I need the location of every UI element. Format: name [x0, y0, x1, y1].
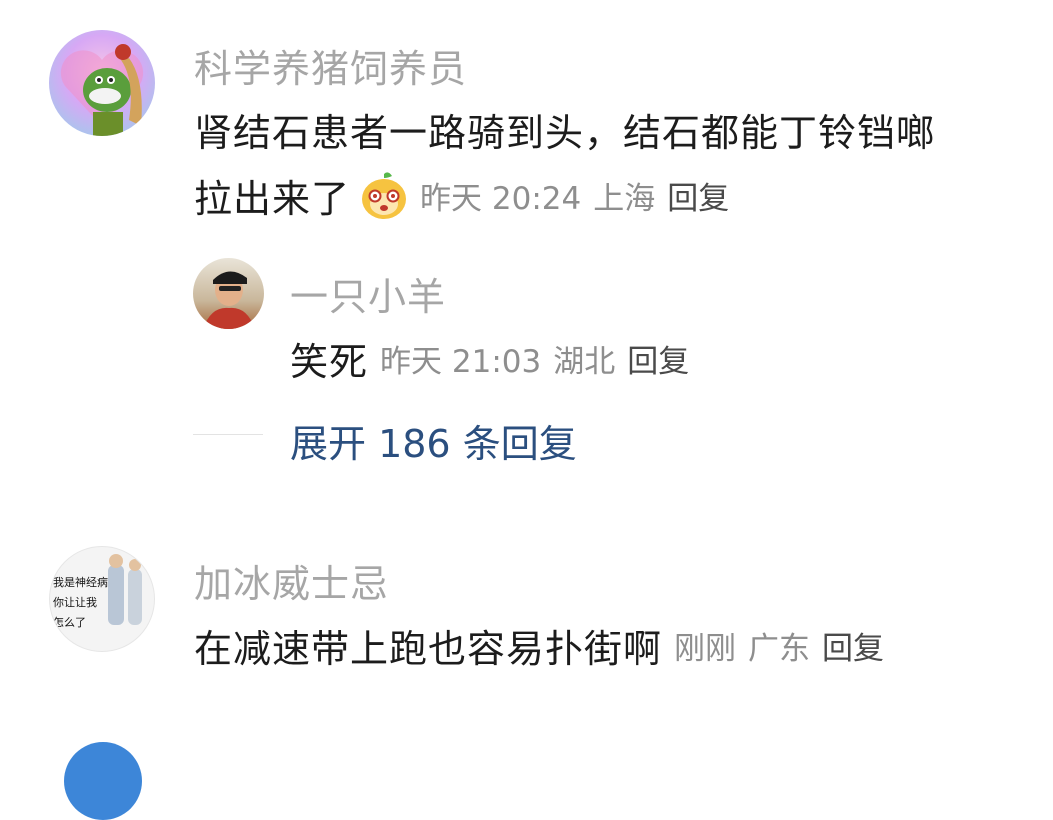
reply-button[interactable]: 回复	[667, 173, 729, 218]
avatar-next-comment[interactable]	[64, 742, 142, 820]
avatar-caption-line: 你让让我	[53, 596, 97, 609]
avatar-caption-line: 怎么了	[53, 616, 86, 629]
expand-divider	[193, 434, 263, 435]
comment-text-row: 拉出来了 昨天 20:24 上海 回复	[194, 168, 729, 223]
comment-text-row: 在减速带上跑也容易扑街啊 刚刚 广东 回复	[194, 618, 884, 673]
avatar-jiabingweishiji[interactable]: 我是神经病 你让让我 怎么了	[49, 546, 155, 652]
comment-time: 刚刚	[674, 631, 737, 667]
comment-author[interactable]: 加冰威士忌	[194, 553, 389, 608]
reply-location: 湖北	[553, 344, 616, 380]
comment-text: 在减速带上跑也容易扑街啊	[194, 627, 663, 671]
reply-button[interactable]: 回复	[822, 623, 884, 668]
dinosaur-avatar-icon	[60, 44, 144, 136]
comment-text: 肾结石患者一路骑到头，结石都能丁铃铛啷	[194, 111, 936, 155]
avatar-kexue[interactable]	[49, 30, 155, 136]
comment-text-continued: 拉出来了	[194, 177, 351, 221]
reply-button[interactable]: 回复	[627, 336, 689, 381]
comment-location: 广东	[748, 631, 811, 667]
reply-text-row: 笑死 昨天 21:03 湖北 回复	[290, 331, 689, 386]
reply-time: 昨天 21:03	[380, 344, 542, 380]
expand-replies-link[interactable]: 展开 186 条回复	[290, 413, 577, 468]
monkey-emoji-icon	[358, 170, 410, 222]
avatar-yizhixiaoyang[interactable]	[193, 258, 264, 329]
reply-author[interactable]: 一只小羊	[290, 266, 446, 321]
person-avatar-icon	[203, 271, 255, 329]
comment-author[interactable]: 科学养猪饲养员	[194, 38, 467, 93]
avatar-caption-line: 我是神经病	[53, 576, 108, 589]
comment-location: 上海	[593, 181, 656, 217]
reply-text: 笑死	[290, 340, 369, 384]
comment-time: 昨天 20:24	[420, 181, 582, 217]
